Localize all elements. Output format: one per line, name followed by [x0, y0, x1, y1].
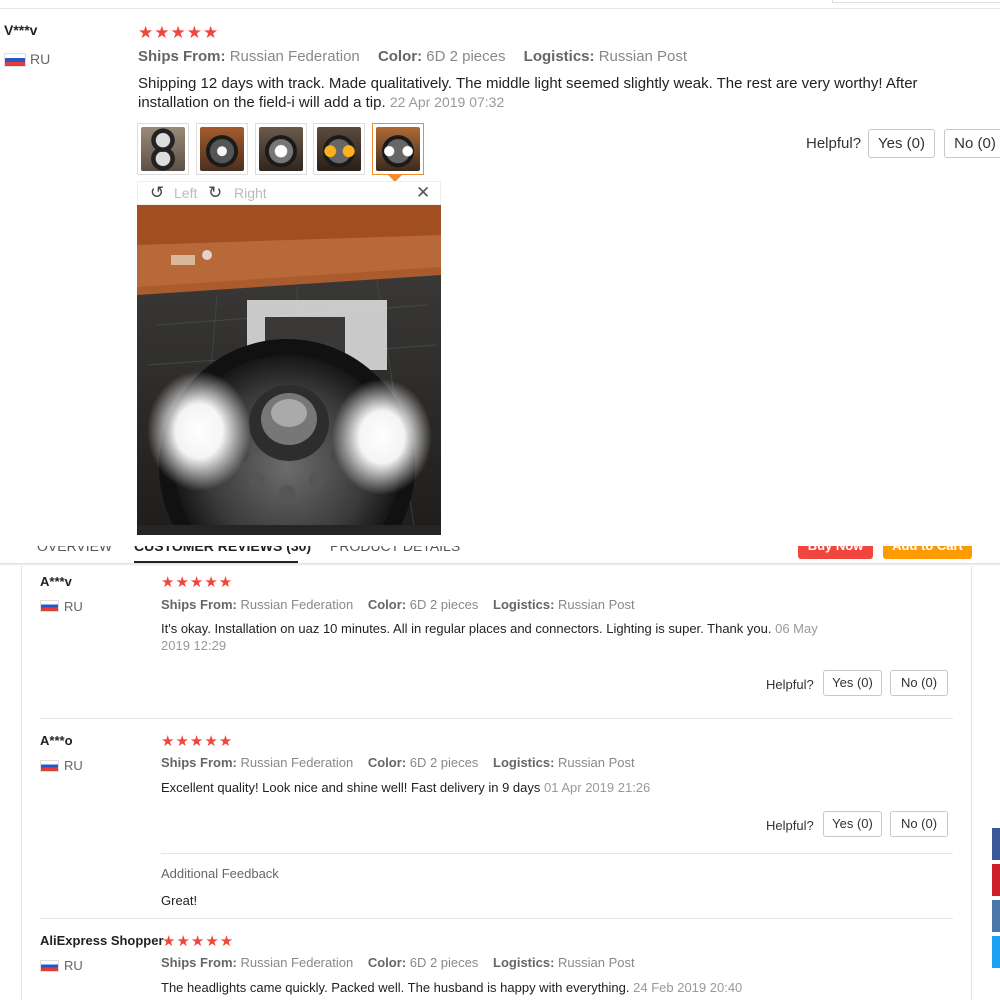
- review-body: The headlights came quickly. Packed well…: [161, 980, 630, 995]
- review-date: 24 Feb 2019 20:40: [633, 980, 743, 995]
- close-icon[interactable]: ✕: [416, 183, 430, 203]
- rotate-right-icon[interactable]: ↻: [208, 183, 222, 203]
- logistics-label: Logistics:: [493, 955, 555, 970]
- ships-from-label: Ships From:: [161, 955, 237, 970]
- reviewer-name: AliExpress Shopper: [40, 933, 164, 948]
- russia-flag-icon: [40, 600, 59, 612]
- rotate-left-button[interactable]: Left: [174, 185, 197, 201]
- ships-from-value: Russian Federation: [240, 597, 354, 612]
- headlight-photo: [137, 205, 441, 546]
- rotate-left-icon[interactable]: ↺: [150, 183, 164, 203]
- russia-flag-icon: [40, 760, 59, 772]
- logistics-label: Logistics:: [523, 48, 595, 65]
- thumbnail-image: [200, 127, 244, 171]
- twitter-share-icon[interactable]: [992, 936, 1000, 968]
- ships-from-label: Ships From:: [161, 597, 237, 612]
- review-body: Excellent quality! Look nice and shine w…: [161, 780, 541, 795]
- review-text: The headlights came quickly. Packed well…: [161, 979, 941, 996]
- review-divider: [40, 918, 953, 919]
- review-meta: Ships From: Russian Federation Color: 6D…: [161, 755, 635, 770]
- review-body: Shipping 12 days with track. Made qualit…: [138, 75, 918, 111]
- top-header-fragment: [832, 0, 1000, 3]
- color-label: Color:: [367, 955, 407, 970]
- helpful-no-button[interactable]: No (0): [890, 811, 948, 837]
- reviewer-country: RU: [64, 958, 83, 973]
- additional-feedback-text: Great!: [161, 893, 198, 908]
- review-meta: Ships From: Russian Federation Color: 6D…: [138, 48, 687, 65]
- ships-from-value: Russian Federation: [240, 755, 354, 770]
- helpful-yes-button[interactable]: Yes (0): [823, 670, 882, 696]
- helpful-no-button[interactable]: No (0): [890, 670, 948, 696]
- russia-flag-icon: [4, 53, 26, 67]
- review-divider: [40, 718, 953, 719]
- helpful-label: Helpful?: [766, 818, 814, 833]
- review-thumbnail-1[interactable]: [137, 123, 189, 175]
- color-value: 6D 2 pieces: [426, 48, 506, 65]
- star-rating: ★★★★★: [138, 23, 220, 43]
- thumbnail-image: [141, 127, 185, 171]
- review-meta: Ships From: Russian Federation Color: 6D…: [161, 597, 635, 612]
- reviewer-country: RU: [64, 599, 83, 614]
- helpful-label: Helpful?: [766, 677, 814, 692]
- review-meta: Ships From: Russian Federation Color: 6D…: [161, 955, 635, 970]
- thumbnail-image: [259, 127, 303, 171]
- reviewer-name: A***o: [40, 733, 73, 748]
- image-viewer-toolbar: ↺ Left ↻ Right ✕: [137, 181, 441, 205]
- star-rating: ★★★★★: [162, 932, 235, 950]
- logistics-value: Russian Post: [558, 955, 635, 970]
- color-label: Color:: [377, 48, 423, 65]
- helpful-yes-button[interactable]: Yes (0): [868, 129, 935, 158]
- color-label: Color:: [367, 755, 407, 770]
- russia-flag-icon: [40, 960, 59, 972]
- tab-bar-overlap: [0, 535, 1000, 546]
- reviewer-country: RU: [30, 51, 51, 67]
- ships-from-label: Ships From:: [138, 48, 226, 65]
- review-photo-enlarged: [137, 205, 441, 546]
- review-body: It's okay. Installation on uaz 10 minute…: [161, 621, 772, 636]
- review-date: 01 Apr 2019 21:26: [544, 780, 651, 795]
- color-value: 6D 2 pieces: [409, 597, 479, 612]
- thumbnail-image: [317, 127, 361, 171]
- ships-from-value: Russian Federation: [229, 48, 360, 65]
- review-text: It's okay. Installation on uaz 10 minute…: [161, 620, 841, 654]
- thumbnail-image: [376, 127, 420, 171]
- rotate-right-button[interactable]: Right: [234, 185, 267, 201]
- color-value: 6D 2 pieces: [409, 955, 479, 970]
- review-thumbnail-4[interactable]: [313, 123, 365, 175]
- helpful-label: Helpful?: [806, 135, 862, 152]
- feedback-divider: [161, 853, 953, 854]
- review-thumbnail-5[interactable]: [372, 123, 424, 175]
- review-date: 22 Apr 2019 07:32: [389, 94, 505, 110]
- facebook-share-icon[interactable]: [992, 828, 1000, 860]
- color-label: Color:: [367, 597, 407, 612]
- logistics-label: Logistics:: [493, 755, 555, 770]
- review-text: Excellent quality! Look nice and shine w…: [161, 779, 921, 796]
- review-thumbnail-3[interactable]: [255, 123, 307, 175]
- review-thumbnail-2[interactable]: [196, 123, 248, 175]
- review-text: Shipping 12 days with track. Made qualit…: [138, 74, 928, 112]
- ships-from-value: Russian Federation: [240, 955, 354, 970]
- reviewer-name: A***v: [40, 574, 72, 589]
- logistics-value: Russian Post: [598, 48, 688, 65]
- star-rating: ★★★★★: [161, 732, 234, 750]
- color-value: 6D 2 pieces: [409, 755, 479, 770]
- additional-feedback-label: Additional Feedback: [161, 866, 279, 881]
- logistics-value: Russian Post: [558, 755, 635, 770]
- reviewer-country: RU: [64, 758, 83, 773]
- top-divider: [0, 8, 1000, 9]
- pinterest-share-icon[interactable]: [992, 864, 1000, 896]
- logistics-value: Russian Post: [558, 597, 635, 612]
- reviewer-name: V***v: [4, 22, 38, 38]
- helpful-yes-button[interactable]: Yes (0): [823, 811, 882, 837]
- ships-from-label: Ships From:: [161, 755, 237, 770]
- star-rating: ★★★★★: [161, 573, 234, 591]
- helpful-no-button[interactable]: No (0): [944, 129, 1000, 158]
- logistics-label: Logistics:: [493, 597, 555, 612]
- vk-share-icon[interactable]: [992, 900, 1000, 932]
